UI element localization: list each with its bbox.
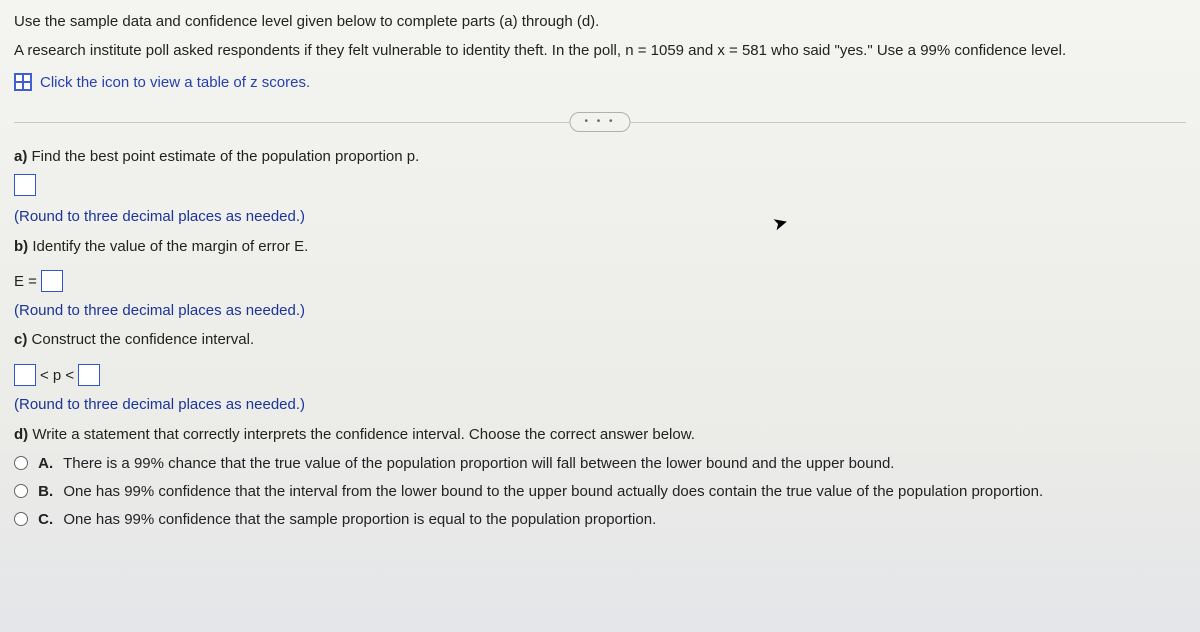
option-c-text: One has 99% confidence that the sample p… (63, 511, 656, 528)
option-c-label: C. (38, 511, 53, 528)
instruction-line-1: Use the sample data and confidence level… (14, 10, 1186, 33)
part-b-prompt: Identify the value of the margin of erro… (32, 238, 308, 255)
part-c-label: c) (14, 331, 27, 348)
part-c-mid: < p < (40, 364, 74, 387)
part-a-label: a) (14, 148, 27, 165)
instruction-line-2: A research institute poll asked responde… (14, 39, 1186, 62)
part-a-hint: (Round to three decimal places as needed… (14, 205, 1186, 228)
part-a-prompt: Find the best point estimate of the popu… (32, 148, 420, 165)
expand-button[interactable]: • • • (569, 112, 630, 132)
part-c-prompt: Construct the confidence interval. (32, 331, 255, 348)
part-c-upper-input[interactable] (78, 364, 100, 386)
part-a-input[interactable] (14, 174, 36, 196)
option-a-text: There is a 99% chance that the true valu… (63, 455, 894, 472)
option-b-label: B. (38, 483, 53, 500)
option-b-radio[interactable] (14, 484, 28, 498)
part-b-prefix: E = (14, 270, 37, 293)
option-a-radio[interactable] (14, 456, 28, 470)
part-c-hint: (Round to three decimal places as needed… (14, 393, 1186, 416)
z-table-icon[interactable] (14, 73, 32, 91)
option-a-label: A. (38, 455, 53, 472)
option-c-radio[interactable] (14, 512, 28, 526)
part-b-label: b) (14, 238, 28, 255)
part-b-hint: (Round to three decimal places as needed… (14, 299, 1186, 322)
part-d-label: d) (14, 426, 28, 443)
option-b-text: One has 99% confidence that the interval… (63, 483, 1043, 500)
part-d-prompt: Write a statement that correctly interpr… (32, 426, 695, 443)
part-c-lower-input[interactable] (14, 364, 36, 386)
part-b-input[interactable] (41, 270, 63, 292)
z-table-link[interactable]: Click the icon to view a table of z scor… (40, 71, 310, 94)
section-divider: • • • (14, 122, 1186, 123)
